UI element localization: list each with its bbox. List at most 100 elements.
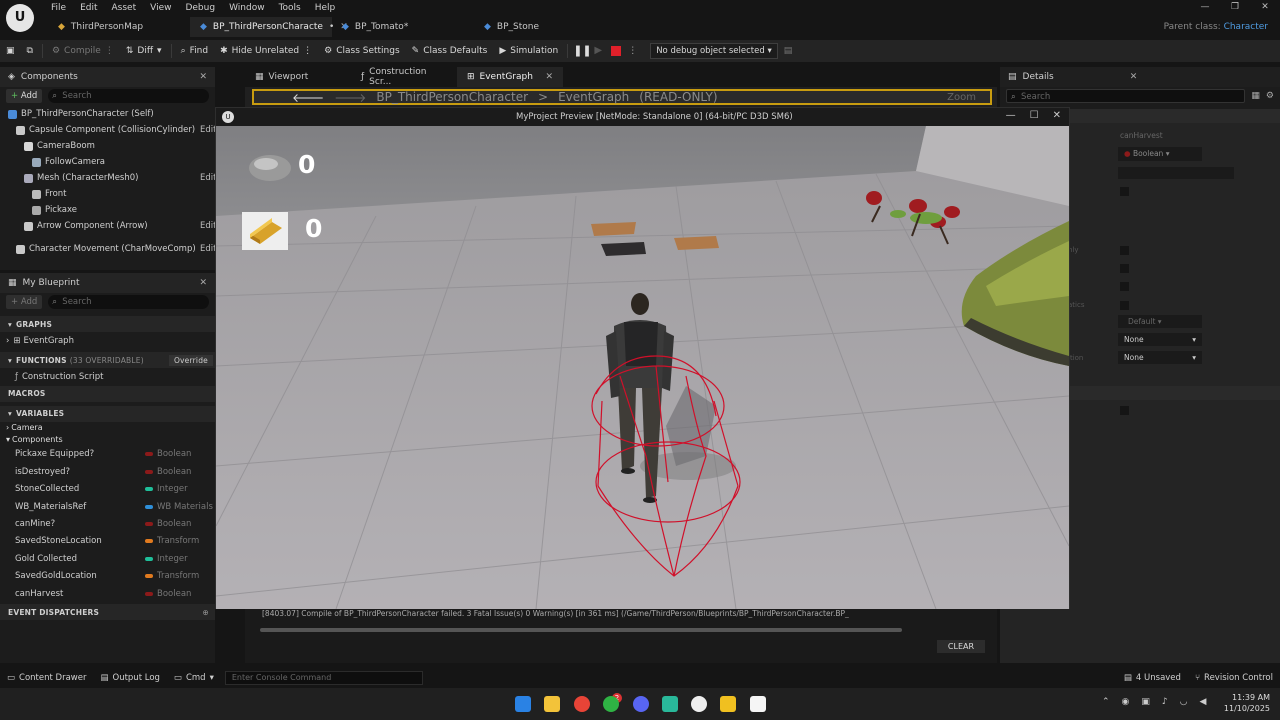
close-icon[interactable]: ✕ [1130, 72, 1138, 82]
menu-asset[interactable]: Asset [105, 2, 144, 14]
components-tab[interactable]: ◈ Components ✕ [0, 67, 215, 87]
component-tree-item[interactable]: Capsule Component (CollisionCylinder) Edi… [0, 122, 216, 138]
file-explorer-icon[interactable] [544, 696, 560, 712]
menu-window[interactable]: Window [222, 2, 272, 14]
variable-item[interactable]: WB_MaterialsRef WB Materials [0, 498, 215, 515]
category-camera[interactable]: › Camera [0, 422, 215, 434]
category-components[interactable]: ▾ Components [0, 434, 215, 446]
add-component-button[interactable]: + Add [6, 89, 43, 103]
microphone-icon[interactable]: ♪ [1162, 697, 1168, 707]
find-button[interactable]: ⌕ Find [175, 40, 215, 62]
component-tree-item[interactable]: Character Movement (CharMoveComp) Edit [0, 241, 216, 257]
minimize-icon[interactable]: — [1006, 108, 1016, 124]
save-button[interactable]: ▣ [0, 40, 21, 62]
event-graph-item[interactable]: › ⊞ EventGraph [0, 332, 215, 349]
tray-app-icon[interactable]: ▣ [1141, 697, 1150, 707]
add-member-button[interactable]: + Add [6, 295, 43, 309]
variable-item[interactable]: isDestroyed? Boolean [0, 463, 215, 480]
speaker-icon[interactable]: ◀ [1200, 697, 1207, 707]
edit-link[interactable]: Edit [200, 125, 216, 135]
parent-class-link[interactable]: Character [1224, 22, 1268, 32]
details-search-input[interactable]: ⌕ Search [1006, 89, 1246, 103]
functions-section[interactable]: ▾ FUNCTIONS (33 OVERRIDABLE) Override [0, 352, 215, 369]
checkbox[interactable] [1120, 406, 1129, 415]
browse-button[interactable]: ⧉ [21, 40, 39, 62]
variable-type-select[interactable]: ● Boolean ▾ [1118, 147, 1202, 161]
horizontal-scrollbar[interactable] [260, 628, 902, 632]
tab-thirdpersonmap[interactable]: ◆ ThirdPersonMap [48, 17, 190, 37]
my-blueprint-search-input[interactable]: ⌕ Search [48, 295, 209, 309]
unreal-engine-icon[interactable] [691, 696, 707, 712]
minimize-icon[interactable]: — [1190, 0, 1220, 14]
tooltip-field[interactable] [1118, 167, 1234, 179]
checkbox[interactable] [1120, 187, 1129, 196]
variable-item[interactable]: canHarvest Boolean [0, 585, 215, 602]
close-icon[interactable]: ✕ [1250, 0, 1280, 14]
pause-icon[interactable]: ❚❚ [573, 44, 591, 58]
revision-control-button[interactable]: ⑂ Revision Control [1188, 667, 1280, 688]
edit-link[interactable]: Edit [200, 173, 216, 183]
components-search-input[interactable]: ⌕ Search [48, 89, 209, 103]
my-blueprint-tab[interactable]: ▦ My Blueprint ✕ [0, 273, 215, 293]
tab-construction-script[interactable]: ƒ Construction Scr... [351, 67, 457, 87]
app-icon[interactable] [750, 696, 766, 712]
clock[interactable]: 11:39 AM 11/10/2025 [1224, 692, 1270, 714]
tab-viewport[interactable]: ▦ Viewport [245, 67, 351, 87]
component-tree-item[interactable]: FollowCamera [0, 154, 215, 170]
add-dispatcher-icon[interactable]: ⊕ [203, 608, 209, 617]
menu-help[interactable]: Help [308, 2, 343, 14]
step-icon[interactable]: ▶ [591, 44, 605, 58]
component-tree-item[interactable]: Mesh (CharacterMesh0) Edit [0, 170, 216, 186]
hide-unrelated-button[interactable]: ✱ Hide Unrelated ⋮ [214, 40, 318, 62]
checkbox[interactable] [1120, 282, 1129, 291]
chevron-up-icon[interactable]: ⌃ [1102, 697, 1110, 707]
component-tree-item[interactable]: Pickaxe [0, 202, 215, 218]
simulation-button[interactable]: ▶ Simulation [493, 40, 564, 62]
console-command-input[interactable]: Enter Console Command [224, 670, 423, 685]
override-button[interactable]: Override [168, 354, 213, 366]
back-arrow-icon[interactable]: 🡐 [292, 90, 324, 105]
menu-view[interactable]: View [143, 2, 178, 14]
component-tree-item[interactable]: BP_ThirdPersonCharacter (Self) [0, 106, 215, 122]
macros-section[interactable]: MACROS [0, 385, 215, 402]
variable-name-field[interactable]: canHarvest [1120, 131, 1163, 140]
class-settings-button[interactable]: ⚙ Class Settings [318, 40, 406, 62]
variable-item[interactable]: SavedStoneLocation Transform [0, 533, 215, 550]
chrome-icon[interactable] [574, 696, 590, 712]
whatsapp-icon[interactable] [603, 696, 619, 712]
tab-bp-stone[interactable]: ◆ BP_Stone [474, 17, 616, 37]
replication-select[interactable]: Default ▾ [1118, 315, 1202, 328]
variables-section[interactable]: ▾ VARIABLES [0, 405, 215, 422]
unreal-logo-icon[interactable]: U [6, 4, 34, 32]
restore-icon[interactable]: ❐ [1220, 0, 1250, 14]
variable-item[interactable]: Gold Collected Integer [0, 550, 215, 567]
close-icon[interactable]: ✕ [199, 278, 207, 288]
content-drawer-button[interactable]: ▭ Content Drawer [0, 667, 93, 688]
stop-icon[interactable] [611, 46, 622, 56]
details-tab[interactable]: ▤ Details ✕ [1000, 67, 1280, 87]
edit-link[interactable]: Edit [200, 221, 216, 231]
variable-item[interactable]: SavedGoldLocation Transform [0, 568, 215, 585]
output-log-button[interactable]: ▤ Output Log [93, 667, 166, 688]
clear-button[interactable]: CLEAR [937, 640, 985, 653]
checkbox[interactable] [1120, 301, 1129, 310]
miro-icon[interactable] [720, 696, 736, 712]
gear-icon[interactable]: ⚙ [1266, 91, 1274, 101]
close-icon[interactable]: ✕ [1053, 108, 1061, 124]
condition-select[interactable]: None ▾ [1118, 351, 1202, 364]
menu-file[interactable]: File [44, 2, 73, 14]
component-tree-item[interactable]: Front [0, 186, 215, 202]
menu-debug[interactable]: Debug [178, 2, 222, 14]
forward-arrow-icon[interactable]: 🡒 [334, 90, 366, 105]
menu-tools[interactable]: Tools [272, 2, 308, 14]
discord-tray-icon[interactable]: ◉ [1122, 697, 1130, 707]
construction-script-item[interactable]: ƒ Construction Script [0, 368, 215, 385]
discord-icon[interactable] [633, 696, 649, 712]
game-viewport[interactable]: 0 0 [216, 126, 1069, 609]
restore-icon[interactable]: ☐ [1030, 108, 1039, 124]
variable-item[interactable]: Pickaxe Equipped? Boolean [0, 446, 215, 463]
tab-event-graph[interactable]: ⊞ EventGraph ✕ [457, 67, 563, 87]
debug-filter-button[interactable]: ▤ [778, 40, 799, 62]
diff-button[interactable]: ⇅ Diff ▾ [120, 40, 168, 62]
component-tree-item[interactable]: CameraBoom [0, 138, 215, 154]
